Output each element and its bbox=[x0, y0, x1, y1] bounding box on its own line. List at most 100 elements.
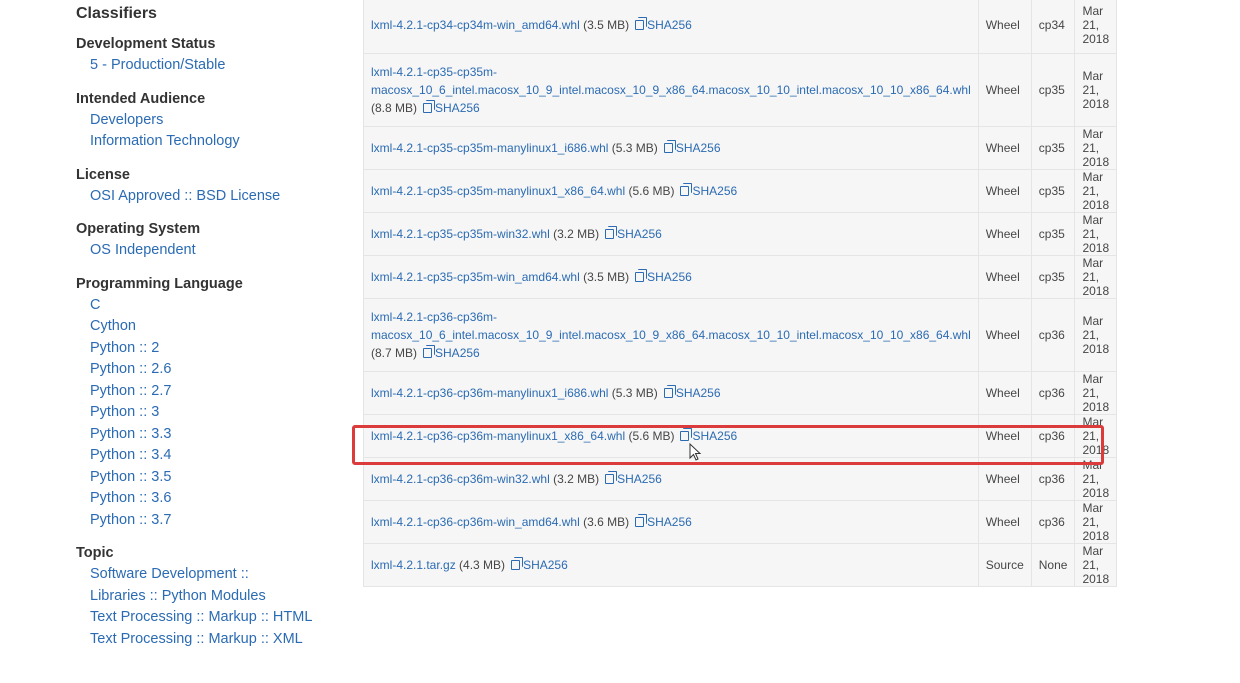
file-size: (8.7 MB) bbox=[371, 346, 418, 360]
file-download-link[interactable]: lxml-4.2.1-cp36-cp36m-macosx_10_6_intel.… bbox=[371, 310, 971, 342]
file-download-link[interactable]: lxml-4.2.1-cp35-cp35m-win_amd64.whl bbox=[371, 270, 580, 284]
sha256-link[interactable]: SHA256 bbox=[511, 557, 568, 572]
file-download-link[interactable]: lxml-4.2.1-cp34-cp34m-win_amd64.whl bbox=[371, 18, 580, 32]
file-row: lxml-4.2.1-cp36-cp36m-win_amd64.whl (3.6… bbox=[363, 500, 1118, 544]
classifier-link[interactable]: Software Development :: bbox=[76, 564, 346, 586]
sha256-link[interactable]: SHA256 bbox=[635, 514, 692, 529]
classifier-link[interactable]: Python :: 2 bbox=[76, 338, 346, 360]
sha256-link[interactable]: SHA256 bbox=[605, 226, 662, 241]
sha256-link[interactable]: SHA256 bbox=[605, 471, 662, 486]
file-size: (3.5 MB) bbox=[583, 18, 630, 32]
classifier-link[interactable]: Python :: 2.7 bbox=[76, 381, 346, 403]
classifier-group-heading: Topic bbox=[76, 545, 114, 561]
sha256-label: SHA256 bbox=[435, 346, 480, 360]
classifier-group-heading: Development Status bbox=[76, 36, 216, 52]
sha256-label: SHA256 bbox=[692, 429, 738, 443]
classifier-group: Development Status 5 - Production/Stable bbox=[76, 35, 346, 77]
sha256-label: SHA256 bbox=[435, 101, 480, 115]
copy-icon bbox=[423, 100, 436, 113]
python-version: None bbox=[1030, 543, 1076, 587]
file-download-link[interactable]: lxml-4.2.1-cp35-cp35m-manylinux1_i686.wh… bbox=[371, 141, 608, 155]
file-size: (3.2 MB) bbox=[553, 227, 600, 241]
sha256-link[interactable]: SHA256 bbox=[663, 140, 721, 155]
file-download-link[interactable]: lxml-4.2.1-cp36-cp36m-manylinux1_x86_64.… bbox=[371, 429, 625, 443]
file-download-link[interactable]: lxml-4.2.1-cp36-cp36m-win_amd64.whl bbox=[371, 515, 580, 529]
python-version: cp36 bbox=[1030, 414, 1076, 458]
upload-date: Mar 21, 2018 bbox=[1074, 298, 1118, 372]
classifier-group: Intended Audience Developers Information T… bbox=[76, 90, 346, 153]
classifier-group: Programming Language C Cython Python :: 2 Py… bbox=[76, 275, 346, 532]
sha256-label: SHA256 bbox=[692, 184, 738, 198]
python-version: cp34 bbox=[1030, 0, 1076, 54]
sha256-link[interactable]: SHA256 bbox=[680, 183, 738, 198]
file-size: (4.3 MB) bbox=[459, 558, 506, 572]
file-download-link[interactable]: lxml-4.2.1-cp36-cp36m-win32.whl bbox=[371, 472, 550, 486]
mouse-cursor-icon bbox=[689, 442, 702, 461]
classifier-link[interactable]: Python :: 2.6 bbox=[76, 359, 346, 381]
file-row: lxml-4.2.1-cp34-cp34m-win_amd64.whl (3.5… bbox=[363, 0, 1118, 54]
upload-date: Mar 21, 2018 bbox=[1074, 169, 1118, 213]
file-type: Wheel bbox=[977, 169, 1032, 213]
sha256-label: SHA256 bbox=[523, 558, 568, 572]
sha256-label: SHA256 bbox=[647, 515, 692, 529]
classifier-link[interactable]: Developers bbox=[76, 110, 346, 132]
classifier-link[interactable]: Python :: 3 bbox=[76, 402, 346, 424]
classifier-group: TopicSoftware Development :: Libraries ::… bbox=[76, 544, 346, 650]
python-version: cp36 bbox=[1030, 457, 1076, 501]
sha256-link[interactable]: SHA256 bbox=[423, 100, 480, 115]
classifier-group: Operating System OS Independent bbox=[76, 220, 346, 262]
file-row: lxml-4.2.1-cp36-cp36m-manylinux1_i686.wh… bbox=[363, 371, 1118, 415]
classifier-group-heading: License bbox=[76, 166, 130, 183]
file-download-link[interactable]: lxml-4.2.1-cp36-cp36m-manylinux1_i686.wh… bbox=[371, 386, 608, 400]
classifier-link[interactable]: Python :: 3.3 bbox=[76, 424, 346, 446]
python-version: cp36 bbox=[1030, 298, 1076, 372]
file-type: Wheel bbox=[977, 500, 1032, 544]
file-download-link[interactable]: lxml-4.2.1.tar.gz bbox=[371, 558, 456, 572]
python-version: cp35 bbox=[1030, 126, 1076, 170]
classifier-link[interactable]: Python :: 3.5 bbox=[76, 467, 346, 489]
classifier-link[interactable]: Text Processing :: Markup :: HTML bbox=[76, 607, 346, 629]
classifier-link[interactable]: Python :: 3.6 bbox=[76, 488, 346, 510]
sha256-link[interactable]: SHA256 bbox=[423, 345, 480, 360]
sha256-link[interactable]: SHA256 bbox=[635, 17, 692, 32]
copy-icon bbox=[663, 385, 676, 398]
sha256-label: SHA256 bbox=[617, 472, 662, 486]
classifier-link[interactable]: C bbox=[76, 295, 346, 317]
file-type: Wheel bbox=[977, 53, 1032, 127]
sha256-link[interactable]: SHA256 bbox=[680, 428, 738, 443]
sha256-link[interactable]: SHA256 bbox=[635, 269, 692, 284]
file-cell: lxml-4.2.1-cp35-cp35m-manylinux1_i686.wh… bbox=[363, 126, 979, 170]
classifier-link[interactable]: Libraries :: Python Modules bbox=[76, 586, 346, 608]
classifier-link[interactable]: 5 - Production/Stable bbox=[76, 55, 346, 77]
file-row: lxml-4.2.1-cp35-cp35m-manylinux1_i686.wh… bbox=[363, 126, 1118, 170]
sha256-link[interactable]: SHA256 bbox=[663, 385, 721, 400]
file-download-link[interactable]: lxml-4.2.1-cp35-cp35m-win32.whl bbox=[371, 227, 550, 241]
file-row: lxml-4.2.1.tar.gz (4.3 MB) SHA256 Source No… bbox=[363, 543, 1118, 587]
file-cell: lxml-4.2.1-cp36-cp36m-macosx_10_6_intel.… bbox=[363, 298, 979, 372]
file-cell: lxml-4.2.1.tar.gz (4.3 MB) SHA256 bbox=[363, 543, 979, 587]
file-download-link[interactable]: lxml-4.2.1-cp35-cp35m-macosx_10_6_intel.… bbox=[371, 65, 971, 97]
copy-icon bbox=[663, 140, 676, 153]
file-type: Wheel bbox=[977, 212, 1032, 256]
python-version: cp36 bbox=[1030, 500, 1076, 544]
classifier-link[interactable]: OSI Approved :: BSD License bbox=[76, 186, 346, 208]
file-size: (5.3 MB) bbox=[611, 386, 658, 400]
file-type: Wheel bbox=[977, 371, 1032, 415]
file-download-link[interactable]: lxml-4.2.1-cp35-cp35m-manylinux1_x86_64.… bbox=[371, 184, 625, 198]
copy-icon bbox=[680, 428, 693, 441]
file-size: (5.3 MB) bbox=[611, 141, 658, 155]
sha256-label: SHA256 bbox=[675, 386, 721, 400]
file-row: lxml-4.2.1-cp35-cp35m-win32.whl (3.2 MB)… bbox=[363, 212, 1118, 256]
classifier-link[interactable]: Python :: 3.7 bbox=[76, 510, 346, 532]
file-size: (3.6 MB) bbox=[583, 515, 630, 529]
classifier-link[interactable]: Information Technology bbox=[76, 131, 346, 153]
file-row: lxml-4.2.1-cp35-cp35m-win_amd64.whl (3.5… bbox=[363, 255, 1118, 299]
file-type: Wheel bbox=[977, 298, 1032, 372]
classifier-link[interactable]: OS Independent bbox=[76, 240, 346, 262]
classifier-group-heading: Programming Language bbox=[76, 275, 243, 292]
classifier-link[interactable]: Cython bbox=[76, 316, 346, 338]
copy-icon bbox=[680, 183, 693, 196]
classifier-link[interactable]: Text Processing :: Markup :: XML bbox=[76, 629, 346, 651]
classifier-link[interactable]: Python :: 3.4 bbox=[76, 445, 346, 467]
file-type: Wheel bbox=[977, 414, 1032, 458]
